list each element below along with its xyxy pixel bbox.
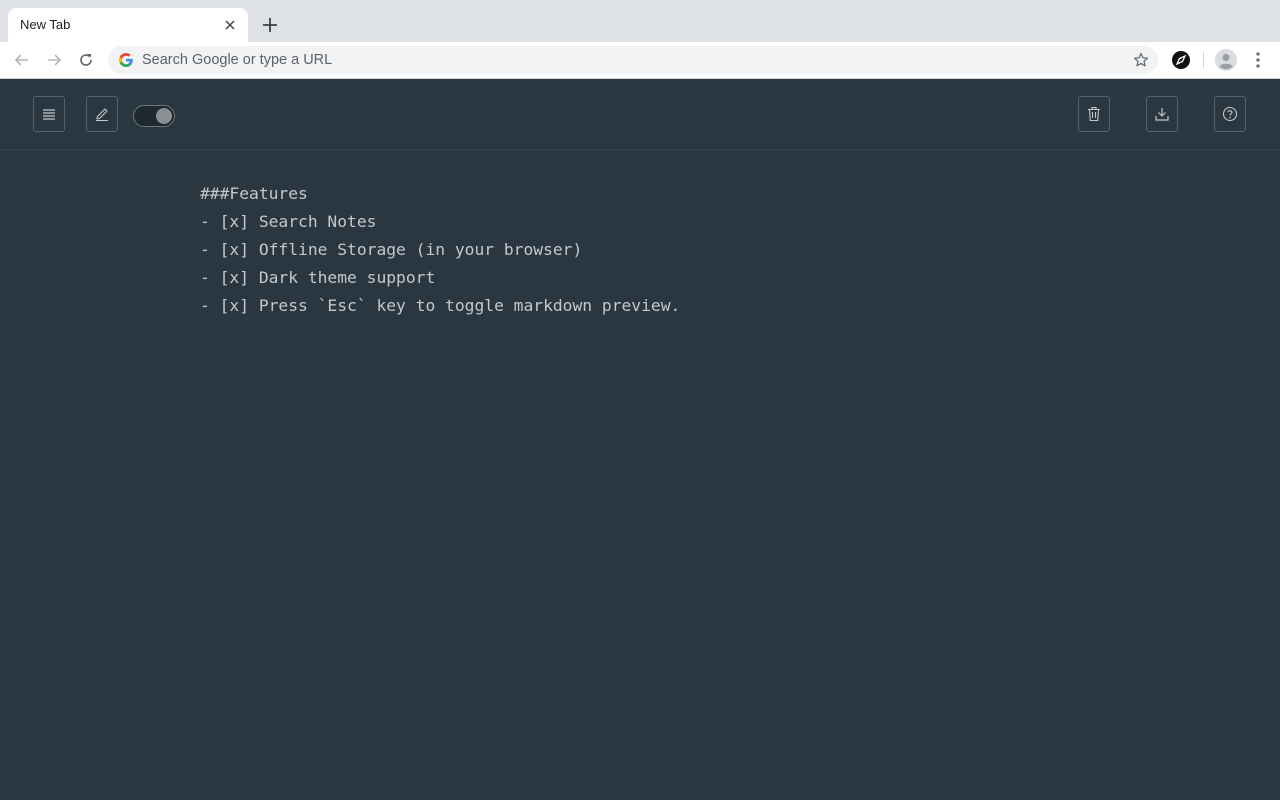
note-editor[interactable]: ###Features - [x] Search Notes - [x] Off… <box>200 180 1100 320</box>
app-header <box>0 79 1280 150</box>
toolbar-divider <box>1203 52 1204 68</box>
editor-line-heading: ###Features <box>200 184 308 203</box>
extension-compass-icon[interactable] <box>1171 50 1191 70</box>
theme-toggle[interactable] <box>133 105 175 127</box>
bookmark-star-icon[interactable] <box>1132 51 1150 69</box>
list-icon <box>43 109 55 120</box>
help-icon <box>1222 106 1238 122</box>
forward-arrow-icon[interactable] <box>42 48 66 72</box>
reload-icon[interactable] <box>74 48 98 72</box>
notes-list-button[interactable] <box>33 96 65 132</box>
profile-avatar-icon[interactable] <box>1215 49 1237 71</box>
omnibox-input[interactable] <box>142 46 1102 74</box>
editor-line: - [x] Dark theme support <box>200 268 436 287</box>
tab-title: New Tab <box>20 17 71 32</box>
editor-line: - [x] Search Notes <box>200 212 377 231</box>
tab-new-tab[interactable]: New Tab <box>8 8 248 42</box>
help-button[interactable] <box>1214 96 1246 132</box>
editor-line: - [x] Offline Storage (in your browser) <box>200 240 583 259</box>
editor-line: - [x] Press `Esc` key to toggle markdown… <box>200 296 681 315</box>
delete-note-button[interactable] <box>1078 96 1110 132</box>
google-g-icon <box>119 53 133 67</box>
close-tab-icon[interactable] <box>220 15 240 35</box>
trash-icon <box>1088 106 1100 122</box>
download-note-button[interactable] <box>1146 96 1178 132</box>
new-tab-plus-icon[interactable] <box>258 13 282 37</box>
kebab-menu-icon[interactable] <box>1249 49 1267 71</box>
new-note-button[interactable] <box>86 96 118 132</box>
back-arrow-icon[interactable] <box>10 48 34 72</box>
download-icon <box>1155 108 1169 121</box>
browser-toolbar <box>0 42 1280 79</box>
edit-icon <box>96 108 108 122</box>
toggle-knob <box>156 108 172 124</box>
omnibox[interactable] <box>108 46 1158 74</box>
tab-strip: New Tab <box>0 0 1280 42</box>
